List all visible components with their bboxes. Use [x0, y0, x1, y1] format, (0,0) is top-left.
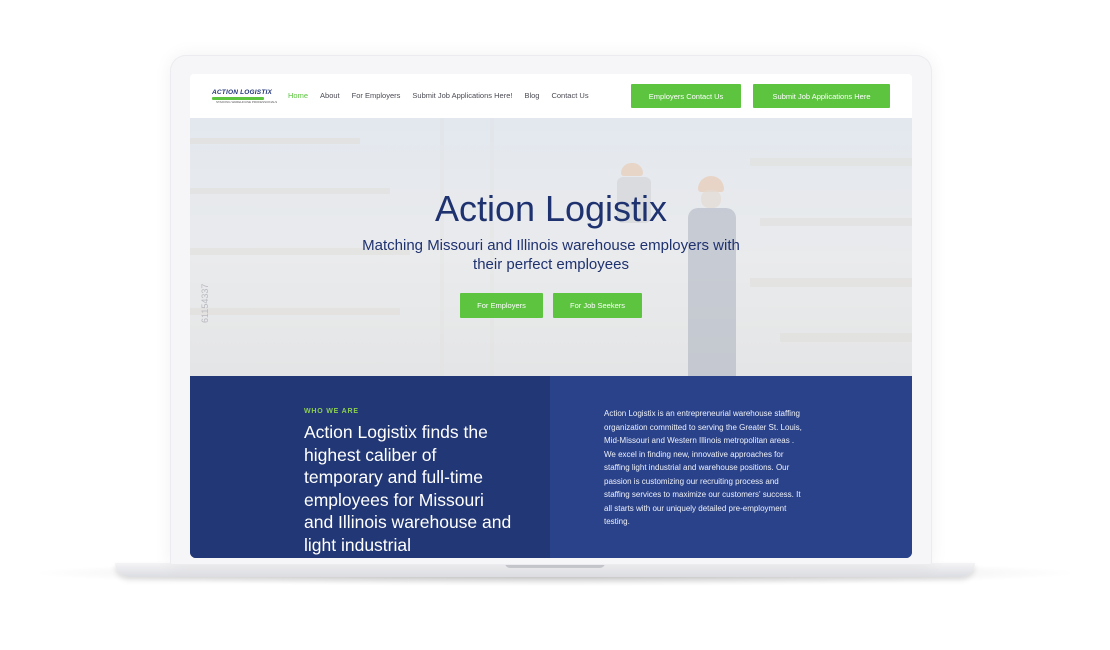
stock-watermark: 61154337 [200, 283, 210, 323]
about-section: WHO WE ARE Action Logistix finds the hig… [190, 376, 912, 558]
logo-tagline: STAFFING WAREHOUSE PROFESSIONALS [216, 100, 278, 104]
for-employers-button[interactable]: For Employers [460, 293, 543, 318]
nav-blog[interactable]: Blog [524, 91, 539, 100]
nav-for-employers[interactable]: For Employers [352, 91, 401, 100]
for-job-seekers-button[interactable]: For Job Seekers [553, 293, 642, 318]
nav-about[interactable]: About [320, 91, 340, 100]
employers-contact-button[interactable]: Employers Contact Us [631, 84, 741, 108]
nav-home[interactable]: Home [288, 91, 308, 100]
main-nav: Home About For Employers Submit Job Appl… [288, 91, 589, 100]
nav-contact[interactable]: Contact Us [551, 91, 588, 100]
nav-submit-applications[interactable]: Submit Job Applications Here! [412, 91, 512, 100]
about-description: Action Logistix is an entrepreneurial wa… [604, 409, 802, 526]
hero-subtitle: Matching Missouri and Illinois warehouse… [362, 237, 740, 273]
hero-section: Action Logistix Matching Missouri and Il… [190, 118, 912, 376]
website-screen: ACTION LOGISTIX STAFFING WAREHOUSE PROFE… [190, 74, 912, 558]
site-header: ACTION LOGISTIX STAFFING WAREHOUSE PROFE… [190, 74, 912, 118]
site-logo[interactable]: ACTION LOGISTIX STAFFING WAREHOUSE PROFE… [212, 89, 277, 104]
submit-applications-button[interactable]: Submit Job Applications Here [753, 84, 890, 108]
about-headline: Action Logistix finds the highest calibe… [304, 422, 512, 555]
section-kicker: WHO WE ARE [304, 408, 359, 415]
logo-text: ACTION LOGISTIX [212, 89, 273, 96]
hero-title: Action Logistix [434, 188, 668, 229]
